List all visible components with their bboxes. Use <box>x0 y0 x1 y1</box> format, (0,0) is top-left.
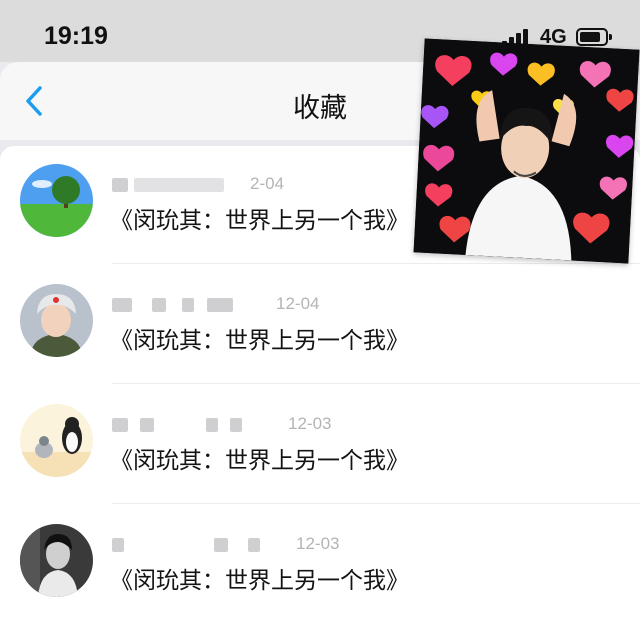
avatar <box>20 404 93 477</box>
item-date: 12-03 <box>296 534 340 553</box>
status-time: 19:19 <box>44 22 108 50</box>
sticker-image <box>413 38 640 264</box>
avatar <box>20 164 93 237</box>
item-title: 《闵玧其：世界上另一个我》 <box>110 568 409 594</box>
sender-name-redacted <box>112 298 262 312</box>
list-item[interactable]: 12-04 《闵玧其：世界上另一个我》 <box>0 266 640 384</box>
sender-name-redacted <box>112 538 262 552</box>
item-title: 《闵玧其：世界上另一个我》 <box>110 328 409 354</box>
item-title: 《闵玧其：世界上另一个我》 <box>110 448 409 474</box>
battery-icon <box>576 28 612 46</box>
avatar <box>20 524 93 597</box>
sender-name-redacted <box>112 418 262 432</box>
divider <box>112 503 640 504</box>
list-item[interactable]: 12-03 《闵玧其：世界上另一个我》 <box>0 506 640 617</box>
item-date: 12-03 <box>288 414 332 433</box>
item-title: 《闵玧其：世界上另一个我》 <box>110 208 409 234</box>
sender-name-redacted <box>112 178 262 192</box>
item-date: 2-04 <box>250 174 285 193</box>
avatar <box>20 284 93 357</box>
divider <box>112 383 640 384</box>
divider <box>112 263 640 264</box>
list-item[interactable]: 12-03 《闵玧其：世界上另一个我》 <box>0 386 640 504</box>
item-date: 12-04 <box>276 294 320 313</box>
